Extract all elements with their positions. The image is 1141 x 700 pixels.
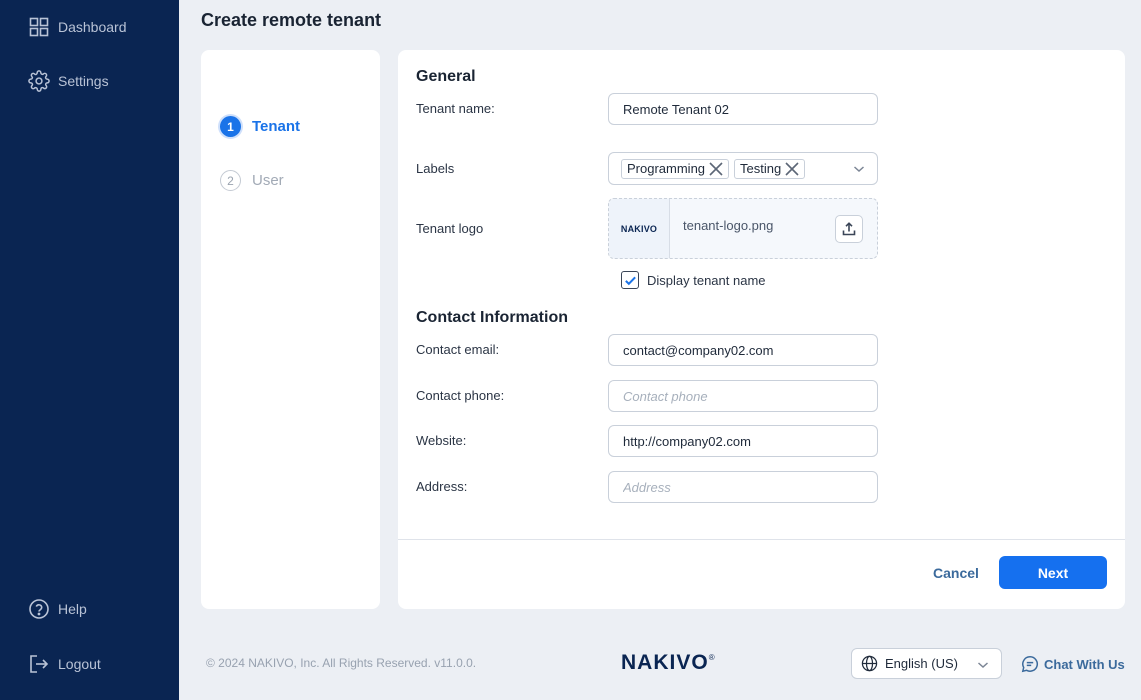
sidebar-item-label: Logout [58, 656, 101, 672]
sidebar-item-dashboard[interactable]: Dashboard [28, 16, 127, 38]
step-label: User [252, 172, 284, 189]
sidebar: Dashboard Settings Help Logout [0, 0, 179, 700]
tenant-logo-dropzone[interactable]: NAKIVO tenant-logo.png [608, 198, 878, 259]
gear-icon [28, 70, 50, 92]
label-chip: Programming [621, 158, 730, 179]
label-chip-text: Programming [627, 161, 706, 176]
chevron-down-icon [978, 662, 988, 669]
step-number: 1 [220, 116, 241, 137]
display-tenant-name-checkbox[interactable] [621, 271, 639, 289]
contact-phone-input[interactable] [608, 380, 878, 412]
contact-email-label: Contact email: [416, 342, 500, 357]
upload-icon [842, 222, 856, 236]
address-label: Address: [416, 479, 468, 494]
chat-bubble-icon [1021, 656, 1039, 673]
wizard-stepper: 1 Tenant 2 User [201, 50, 380, 609]
website-label: Website: [416, 433, 467, 448]
chevron-down-icon[interactable] [853, 163, 865, 175]
checkmark-icon [624, 276, 636, 285]
sidebar-item-help[interactable]: Help [28, 598, 87, 620]
brand-logo: NAKIVO® [621, 651, 716, 675]
brand-registered-mark: ® [708, 653, 716, 662]
next-button[interactable]: Next [999, 556, 1107, 589]
contact-phone-label: Contact phone: [416, 388, 505, 403]
website-input[interactable] [608, 425, 878, 457]
close-icon[interactable] [708, 161, 724, 177]
footer-divider [398, 539, 1125, 540]
sidebar-item-settings[interactable]: Settings [28, 70, 109, 92]
step-number: 2 [220, 170, 241, 191]
sidebar-item-label: Dashboard [58, 19, 127, 35]
logout-icon [30, 655, 49, 673]
labels-select[interactable]: Programming Testing [608, 152, 878, 185]
chat-label: Chat With Us [1044, 656, 1125, 672]
contact-email-input[interactable] [608, 334, 878, 366]
upload-button[interactable] [835, 215, 863, 243]
help-circle-icon [29, 599, 49, 619]
brand-name: NAKIVO [621, 651, 709, 674]
sidebar-item-logout[interactable]: Logout [28, 653, 101, 675]
tenant-logo-filename: tenant-logo.png [683, 218, 774, 233]
section-title-contact: Contact Information [416, 309, 568, 326]
tenant-name-label: Tenant name: [416, 101, 495, 116]
close-icon[interactable] [784, 161, 800, 177]
display-tenant-name-toggle[interactable]: Display tenant name [621, 271, 766, 289]
globe-icon [861, 655, 878, 672]
chat-with-us-link[interactable]: Chat With Us [1021, 655, 1125, 673]
address-input[interactable] [608, 471, 878, 503]
language-value: English (US) [885, 656, 958, 671]
step-user[interactable]: 2 User [220, 170, 284, 191]
tenant-name-input[interactable] [608, 93, 878, 125]
page-title: Create remote tenant [201, 10, 382, 30]
language-select[interactable]: English (US) [851, 648, 1002, 679]
tenant-form-card: General Tenant name: Labels Programming … [398, 50, 1125, 609]
dashboard-grid-icon [29, 17, 49, 37]
tenant-logo-label: Tenant logo [416, 221, 484, 236]
sidebar-item-label: Help [58, 601, 87, 617]
sidebar-item-label: Settings [58, 73, 109, 89]
label-chip-text: Testing [740, 161, 782, 176]
labels-label: Labels [416, 161, 455, 176]
cancel-button[interactable]: Cancel [922, 557, 990, 589]
display-tenant-name-label: Display tenant name [647, 272, 766, 288]
step-tenant[interactable]: 1 Tenant [220, 116, 300, 137]
section-title-general: General [416, 68, 476, 85]
label-chip: Testing [734, 158, 806, 179]
tenant-logo-thumbnail: NAKIVO [609, 199, 670, 258]
copyright-text: © 2024 NAKIVO, Inc. All Rights Reserved.… [206, 656, 477, 670]
step-label: Tenant [252, 118, 301, 135]
